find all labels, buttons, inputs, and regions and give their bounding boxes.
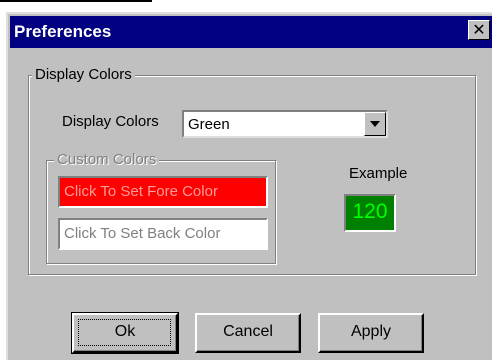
- close-icon: ✕: [472, 22, 486, 39]
- set-back-color-label: Click To Set Back Color: [64, 225, 221, 242]
- cancel-button[interactable]: Cancel: [195, 313, 301, 353]
- combobox-dropdown-button[interactable]: [364, 112, 386, 136]
- cancel-button-label: Cancel: [223, 323, 273, 340]
- window-title: Preferences: [14, 22, 112, 41]
- display-colors-label: Display Colors: [62, 113, 159, 130]
- preferences-dialog: Preferences ✕ Display Colors Display Col…: [6, 12, 492, 360]
- top-edge-line: [0, 0, 152, 2]
- apply-button[interactable]: Apply: [318, 313, 424, 353]
- example-label: Example: [349, 165, 408, 182]
- display-colors-combobox-value: Green: [188, 116, 230, 133]
- custom-colors-group-legend: Custom Colors: [54, 151, 160, 169]
- example-preview: 120: [344, 194, 396, 232]
- title-bar[interactable]: Preferences ✕: [10, 16, 492, 48]
- ok-button-label: Ok: [114, 323, 136, 340]
- set-fore-color-label: Click To Set Fore Color: [64, 183, 218, 200]
- display-colors-combobox[interactable]: Green: [182, 110, 388, 138]
- apply-button-label: Apply: [350, 323, 392, 340]
- set-back-color-button[interactable]: Click To Set Back Color: [58, 218, 268, 250]
- ok-button[interactable]: Ok: [71, 312, 179, 354]
- chevron-down-icon: [370, 121, 380, 127]
- close-button[interactable]: ✕: [468, 20, 490, 40]
- display-colors-group-legend: Display Colors: [32, 66, 135, 84]
- example-value: 120: [352, 200, 388, 223]
- set-fore-color-button[interactable]: Click To Set Fore Color: [58, 176, 268, 208]
